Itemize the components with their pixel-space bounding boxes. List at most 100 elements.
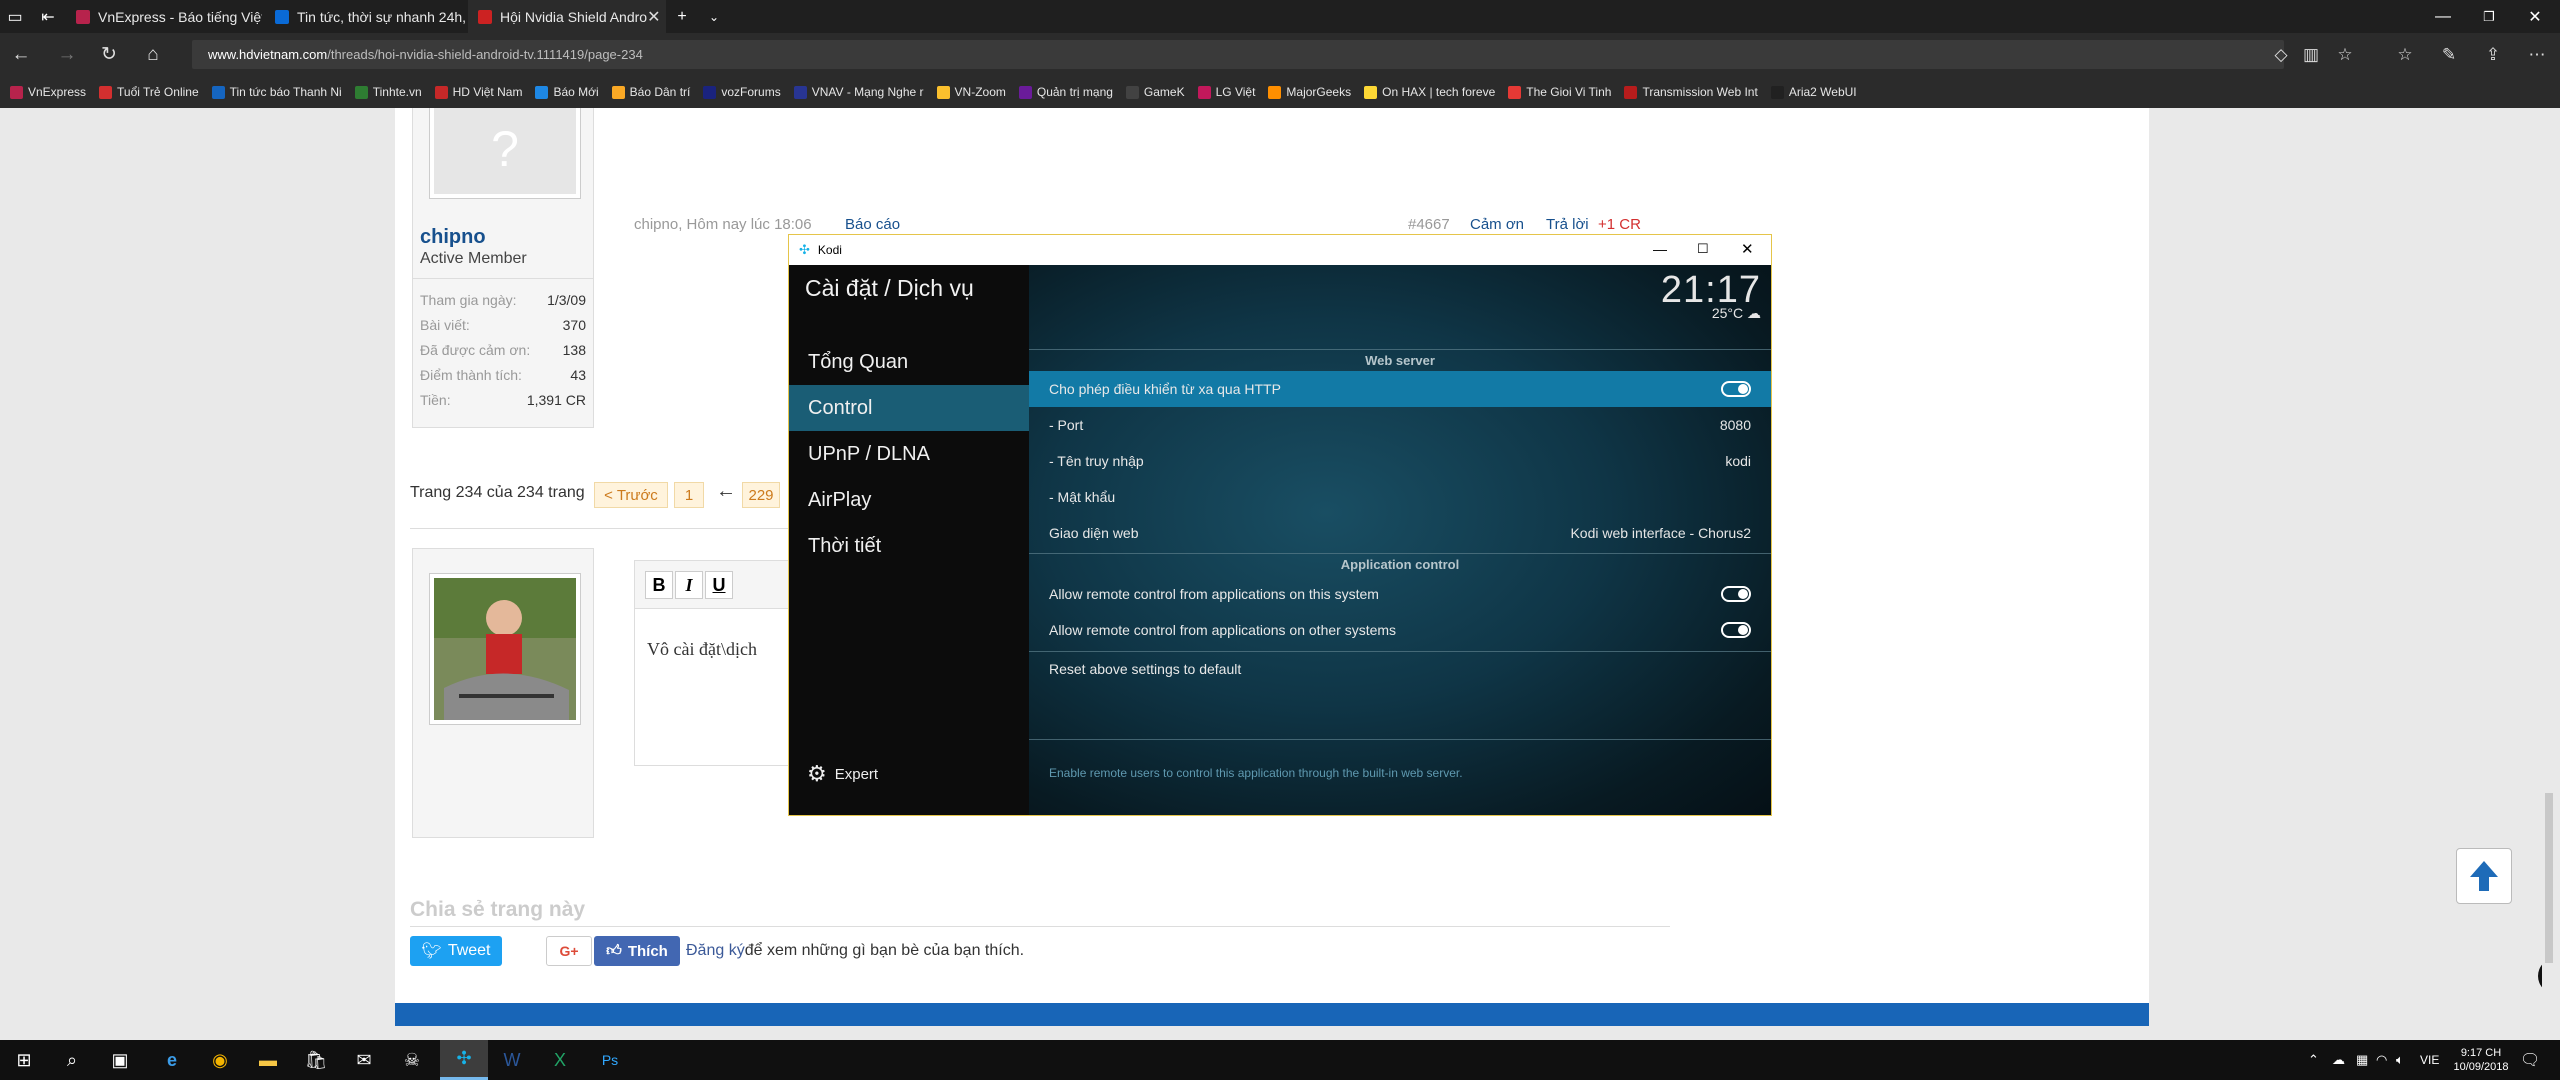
kodi-menu-general[interactable]: Tổng Quan xyxy=(789,339,1029,385)
file-explorer-icon[interactable]: ▬ xyxy=(244,1040,292,1080)
notification-center-icon[interactable]: 🗨︎ xyxy=(2520,1040,2540,1080)
favorite-item[interactable]: Báo Dân trí xyxy=(611,85,690,99)
setting-password[interactable]: - Mật khẩu xyxy=(1029,479,1771,515)
setting-allow-local[interactable]: Allow remote control from applications o… xyxy=(1029,576,1771,612)
url-field[interactable]: www.hdvietnam.com/threads/hoi-nvidia-shi… xyxy=(192,40,2284,69)
post-number-link[interactable]: #4667 xyxy=(1408,216,1450,233)
favorite-item[interactable]: The Gioi Vi Tinh xyxy=(1508,85,1611,99)
favorite-item[interactable]: HD Việt Nam xyxy=(434,85,522,99)
mail-icon[interactable]: ✉ xyxy=(340,1040,388,1080)
favorite-item[interactable]: MajorGeeks xyxy=(1268,85,1351,99)
kodi-maximize-button[interactable]: ☐ xyxy=(1697,241,1709,257)
kodi-taskbar-icon[interactable]: ✣ xyxy=(440,1040,488,1080)
tab-list-chevron-icon[interactable]: ⌄ xyxy=(698,0,730,33)
pager-prev-button[interactable]: < Trước xyxy=(594,482,668,508)
store-icon[interactable]: 🛍︎ xyxy=(292,1040,340,1080)
avatar[interactable] xyxy=(429,573,581,725)
kodi-menu-weather[interactable]: Thời tiết xyxy=(789,523,1029,569)
avatar[interactable]: ? xyxy=(429,108,581,199)
setting-reset[interactable]: Reset above settings to default xyxy=(1029,651,1771,687)
setting-allow-http[interactable]: Cho phép điều khiển từ xa qua HTTP xyxy=(1029,371,1771,407)
search-icon[interactable]: ⌕ xyxy=(48,1040,96,1080)
game-icon[interactable]: ☠ xyxy=(388,1040,436,1080)
kodi-minimize-button[interactable]: — xyxy=(1653,241,1667,257)
pager-first-button[interactable]: 1 xyxy=(674,482,704,508)
tray-chevron-icon[interactable]: ⌃ xyxy=(2308,1040,2319,1080)
favorite-item[interactable]: vozForums xyxy=(703,85,781,99)
allow-other-toggle[interactable] xyxy=(1721,622,1751,638)
bold-button[interactable]: B xyxy=(645,571,673,599)
web-note-icon[interactable]: ✎ xyxy=(2434,33,2464,76)
refresh-icon[interactable]: ↻ xyxy=(92,33,126,76)
reading-view-icon[interactable]: ▥ xyxy=(2296,33,2326,76)
reply-link[interactable]: Trả lời xyxy=(1546,216,1589,233)
italic-button[interactable]: I xyxy=(675,571,703,599)
favorite-item[interactable]: Tin tức báo Thanh Ni xyxy=(211,85,342,99)
kodi-menu-upnp[interactable]: UPnP / DLNA xyxy=(789,431,1029,477)
kodi-close-button[interactable]: ✕ xyxy=(1741,240,1754,258)
restore-button[interactable]: ❐ xyxy=(2466,0,2512,33)
setting-port[interactable]: - Port 8080 xyxy=(1029,407,1771,443)
back-arrow-icon[interactable]: ← xyxy=(4,33,38,76)
register-link[interactable]: Đăng ký xyxy=(686,942,745,959)
forward-arrow-icon[interactable]: → xyxy=(50,33,84,76)
favorite-item[interactable]: VNAV - Mạng Nghe r xyxy=(793,85,924,99)
kodi-menu-control[interactable]: Control xyxy=(789,385,1029,431)
favorite-item[interactable]: Transmission Web Int xyxy=(1624,85,1758,99)
close-tab-icon[interactable]: ✕ xyxy=(647,7,660,27)
new-tab-icon[interactable]: + xyxy=(666,0,698,33)
report-link[interactable]: Báo cáo xyxy=(845,216,900,233)
edge-icon[interactable]: e xyxy=(148,1040,196,1080)
vertical-scroll-thumb[interactable] xyxy=(2545,793,2553,963)
kodi-expert-button[interactable]: ⚙ Expert xyxy=(807,761,878,787)
kodi-menu-airplay[interactable]: AirPlay xyxy=(789,477,1029,523)
facebook-like-button[interactable]: 👍︎ Thích xyxy=(594,936,680,966)
favorite-item[interactable]: Aria2 WebUI xyxy=(1770,85,1857,99)
favorite-item[interactable]: Tuổi Trẻ Online xyxy=(99,85,199,99)
favorite-item[interactable]: On HAX | tech foreve xyxy=(1364,85,1495,99)
favorite-item[interactable]: VnExpress xyxy=(10,85,86,99)
favorite-item[interactable]: Tinhte.vn xyxy=(354,85,422,99)
clock[interactable]: 9:17 CH 10/09/2018 xyxy=(2446,1040,2516,1080)
cr-plus-link[interactable]: +1 CR xyxy=(1598,216,1641,233)
tab-tuoitre[interactable]: Tin tức, thời sự nhanh 24h, c xyxy=(265,0,465,33)
wifi-icon[interactable]: ◠ xyxy=(2376,1040,2387,1080)
allow-local-toggle[interactable] xyxy=(1721,586,1751,602)
task-view-icon[interactable]: ▣ xyxy=(96,1040,144,1080)
tweet-button[interactable]: 🐦︎ Tweet xyxy=(410,936,502,966)
home-icon[interactable]: ⌂ xyxy=(136,33,170,76)
scroll-to-top-button[interactable] xyxy=(2456,848,2512,904)
tabs-aside-icon[interactable]: ⇤ xyxy=(30,0,66,33)
chrome-icon[interactable]: ◉ xyxy=(196,1040,244,1080)
favorite-item[interactable]: Báo Mới xyxy=(535,85,599,99)
word-icon[interactable]: W xyxy=(488,1040,536,1080)
favorite-star-icon[interactable]: ☆ xyxy=(2330,33,2360,76)
setting-username[interactable]: - Tên truy nhập kodi xyxy=(1029,443,1771,479)
username-link[interactable]: chipno xyxy=(420,226,486,249)
tab-preview-icon[interactable]: ▭ xyxy=(0,0,30,33)
network-weather-icon[interactable]: ☁ xyxy=(2332,1040,2345,1080)
input-language[interactable]: VIE xyxy=(2420,1040,2439,1080)
more-menu-icon[interactable]: ⋯ xyxy=(2522,33,2552,76)
tab-vnexpress[interactable]: VnExpress - Báo tiếng Việt n xyxy=(66,0,262,33)
close-window-button[interactable]: ✕ xyxy=(2512,0,2558,33)
underline-button[interactable]: U xyxy=(705,571,733,599)
excel-icon[interactable]: X xyxy=(536,1040,584,1080)
favorites-hub-icon[interactable]: ☆ xyxy=(2390,33,2420,76)
favorite-item[interactable]: LG Việt xyxy=(1197,85,1255,99)
horizontal-scrollbar[interactable] xyxy=(0,1026,2542,1028)
tray-app-icon[interactable]: ▦ xyxy=(2356,1040,2368,1080)
gplus-button[interactable]: G+ xyxy=(546,936,592,966)
tab-hdvietnam[interactable]: Hội Nvidia Shield Andro ✕ xyxy=(468,0,666,33)
favorite-item[interactable]: GameK xyxy=(1125,85,1185,99)
kodi-titlebar[interactable]: ✣ Kodi — ☐ ✕ xyxy=(789,235,1771,265)
setting-allow-other[interactable]: Allow remote control from applications o… xyxy=(1029,612,1771,648)
thanks-link[interactable]: Cảm ơn xyxy=(1470,216,1524,233)
photoshop-icon[interactable]: Ps xyxy=(586,1040,634,1080)
allow-http-toggle[interactable] xyxy=(1721,381,1751,397)
pager-page-button[interactable]: 229 xyxy=(742,482,780,508)
extension-icon[interactable]: ◇ xyxy=(2266,33,2296,76)
setting-web-interface[interactable]: Giao diện web Kodi web interface - Choru… xyxy=(1029,515,1771,551)
minimize-button[interactable]: — xyxy=(2420,0,2466,33)
share-icon[interactable]: ⇪ xyxy=(2478,33,2508,76)
